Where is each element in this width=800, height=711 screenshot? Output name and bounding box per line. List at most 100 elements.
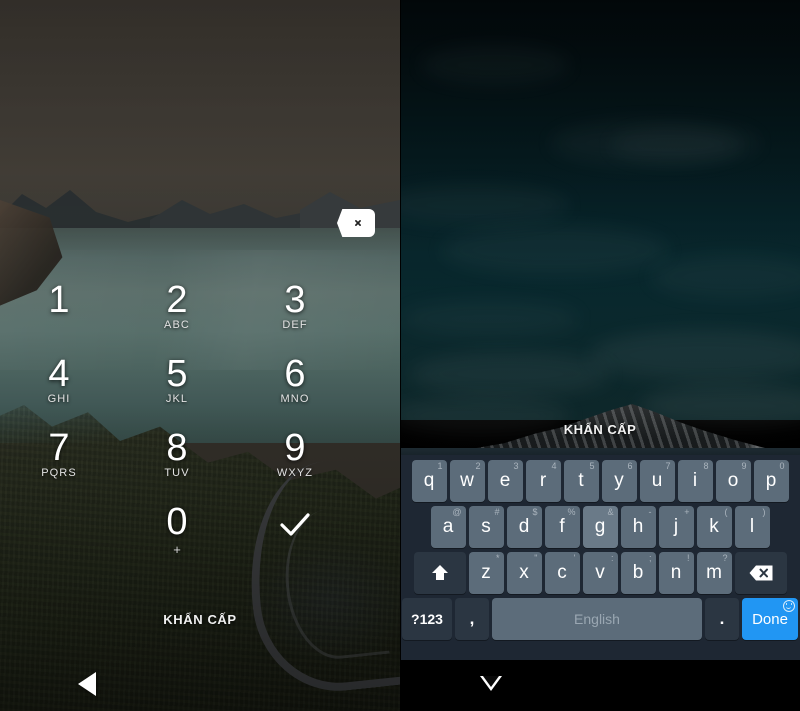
keyboard-row-2: @ a # s $ d % f & g -h + j (k ) l <box>402 506 798 548</box>
comma-key[interactable]: , <box>455 598 489 640</box>
pin-letters: MNO <box>280 393 310 405</box>
pin-digit: 4 <box>48 353 70 395</box>
panel-divider <box>400 0 401 711</box>
pin-key-3[interactable]: 3 DEF <box>236 278 354 352</box>
key-label: l <box>749 516 755 537</box>
key-label: t <box>578 470 584 491</box>
pin-key-7[interactable]: 7 PQRS <box>0 426 118 500</box>
smiley-icon <box>783 600 795 612</box>
pin-letters: DEF <box>282 319 308 331</box>
key-t[interactable]: 5t <box>563 460 599 502</box>
emergency-call-button[interactable]: KHẨN CẤP <box>0 612 400 627</box>
key-l[interactable]: ) l <box>734 506 770 548</box>
pin-key-4[interactable]: 4 GHI <box>0 352 118 426</box>
key-c[interactable]: ' c <box>544 552 580 594</box>
key-j[interactable]: + j <box>658 506 694 548</box>
space-key[interactable]: English <box>492 598 702 640</box>
key-w[interactable]: 2w <box>449 460 485 502</box>
key-m[interactable]: ? m <box>696 552 732 594</box>
symbols-key[interactable]: ?123 <box>402 598 452 640</box>
key-b[interactable]: ; b <box>620 552 656 594</box>
pin-key-6[interactable]: 6 MNO <box>236 352 354 426</box>
pin-key-8[interactable]: 8 TUV <box>118 426 236 500</box>
key-sup: % <box>567 507 576 517</box>
backspace-key[interactable] <box>734 552 787 594</box>
soft-keyboard: 1q 2w 3e 4r 5t 6y 7u 8i 9o 0p @ a # s $ d %… <box>400 455 800 660</box>
period-key[interactable]: . <box>705 598 739 640</box>
keyboard-row-4: ?123 , English . Done <box>402 598 798 640</box>
key-a[interactable]: @ a <box>430 506 466 548</box>
key-sup: 2 <box>475 461 481 471</box>
pin-key-2[interactable]: 2 ABC <box>118 278 236 352</box>
pin-enter-button[interactable] <box>236 500 354 574</box>
key-n[interactable]: ! n <box>658 552 694 594</box>
key-sup: 6 <box>627 461 633 471</box>
key-s[interactable]: # s <box>468 506 504 548</box>
wallpaper-scrim <box>400 0 800 464</box>
pin-digit: 8 <box>166 427 188 469</box>
pin-digit: 6 <box>284 353 306 395</box>
pin-delete-button[interactable] <box>337 209 375 237</box>
key-q[interactable]: 1q <box>411 460 447 502</box>
key-sup: 7 <box>665 461 671 471</box>
pin-row-3: 7 PQRS 8 TUV 9 WXYZ <box>0 426 400 500</box>
shift-key[interactable] <box>413 552 466 594</box>
key-o[interactable]: 9o <box>715 460 751 502</box>
key-z[interactable]: * z <box>468 552 504 594</box>
key-sup: 0 <box>779 461 785 471</box>
key-g[interactable]: & g <box>582 506 618 548</box>
key-u[interactable]: 7u <box>639 460 675 502</box>
key-y[interactable]: 6y <box>601 460 637 502</box>
key-r[interactable]: 4r <box>525 460 561 502</box>
pin-letters: ABC <box>164 319 190 331</box>
key-label: x <box>519 562 529 583</box>
key-sup: + <box>684 507 690 517</box>
key-label: a <box>442 516 454 537</box>
key-label: q <box>423 470 435 491</box>
key-label: c <box>557 562 567 583</box>
pin-letters: TUV <box>164 467 190 479</box>
back-triangle-icon[interactable] <box>78 672 96 696</box>
key-i[interactable]: 8i <box>677 460 713 502</box>
key-label: n <box>670 562 682 583</box>
key-label: i <box>692 470 698 491</box>
key-x[interactable]: " x <box>506 552 542 594</box>
pin-key-1[interactable]: 1 <box>0 278 118 352</box>
key-h[interactable]: -h <box>620 506 656 548</box>
emergency-call-button-right[interactable]: KHẨN CẤP <box>400 422 800 437</box>
key-sup: 1 <box>437 461 443 471</box>
pin-digit: 3 <box>284 279 306 321</box>
pin-row-1: 1 2 ABC 3 DEF <box>0 278 400 352</box>
key-label: g <box>594 516 606 537</box>
pin-key-9[interactable]: 9 WXYZ <box>236 426 354 500</box>
key-sup: ? <box>722 553 728 563</box>
pin-letters: GHI <box>47 393 71 405</box>
key-f[interactable]: % f <box>544 506 580 548</box>
key-sup: ! <box>686 553 690 563</box>
pin-digit: 2 <box>166 279 188 321</box>
keyboard-row-3: * z " x ' c :v ; b ! n ? m <box>402 552 798 594</box>
key-label: r <box>539 470 547 491</box>
done-key[interactable]: Done <box>742 598 798 640</box>
pin-letters: WXYZ <box>276 467 314 479</box>
key-sup: @ <box>452 507 462 517</box>
navigation-bar-right <box>400 660 800 711</box>
key-d[interactable]: $ d <box>506 506 542 548</box>
key-sup: 8 <box>703 461 709 471</box>
key-k[interactable]: (k <box>696 506 732 548</box>
pin-digit: 5 <box>166 353 188 395</box>
key-sup: ' <box>573 553 576 563</box>
key-sup: * <box>495 553 500 563</box>
key-label: z <box>481 562 491 583</box>
pin-lockscreen-panel: 1 2 ABC 3 DEF 4 GHI 5 JKL 6 MNO 7 PQRS 8… <box>0 0 400 711</box>
pin-key-0[interactable]: 0 + <box>118 500 236 574</box>
key-v[interactable]: :v <box>582 552 618 594</box>
pin-key-5[interactable]: 5 JKL <box>118 352 236 426</box>
keyboard-row-1: 1q 2w 3e 4r 5t 6y 7u 8i 9o 0p <box>402 460 798 502</box>
pin-digit: 1 <box>48 279 70 321</box>
key-label: v <box>595 562 605 583</box>
pin-keypad: 1 2 ABC 3 DEF 4 GHI 5 JKL 6 MNO 7 PQRS 8… <box>0 278 400 574</box>
key-label: d <box>518 516 530 537</box>
key-p[interactable]: 0p <box>753 460 789 502</box>
key-e[interactable]: 3e <box>487 460 523 502</box>
